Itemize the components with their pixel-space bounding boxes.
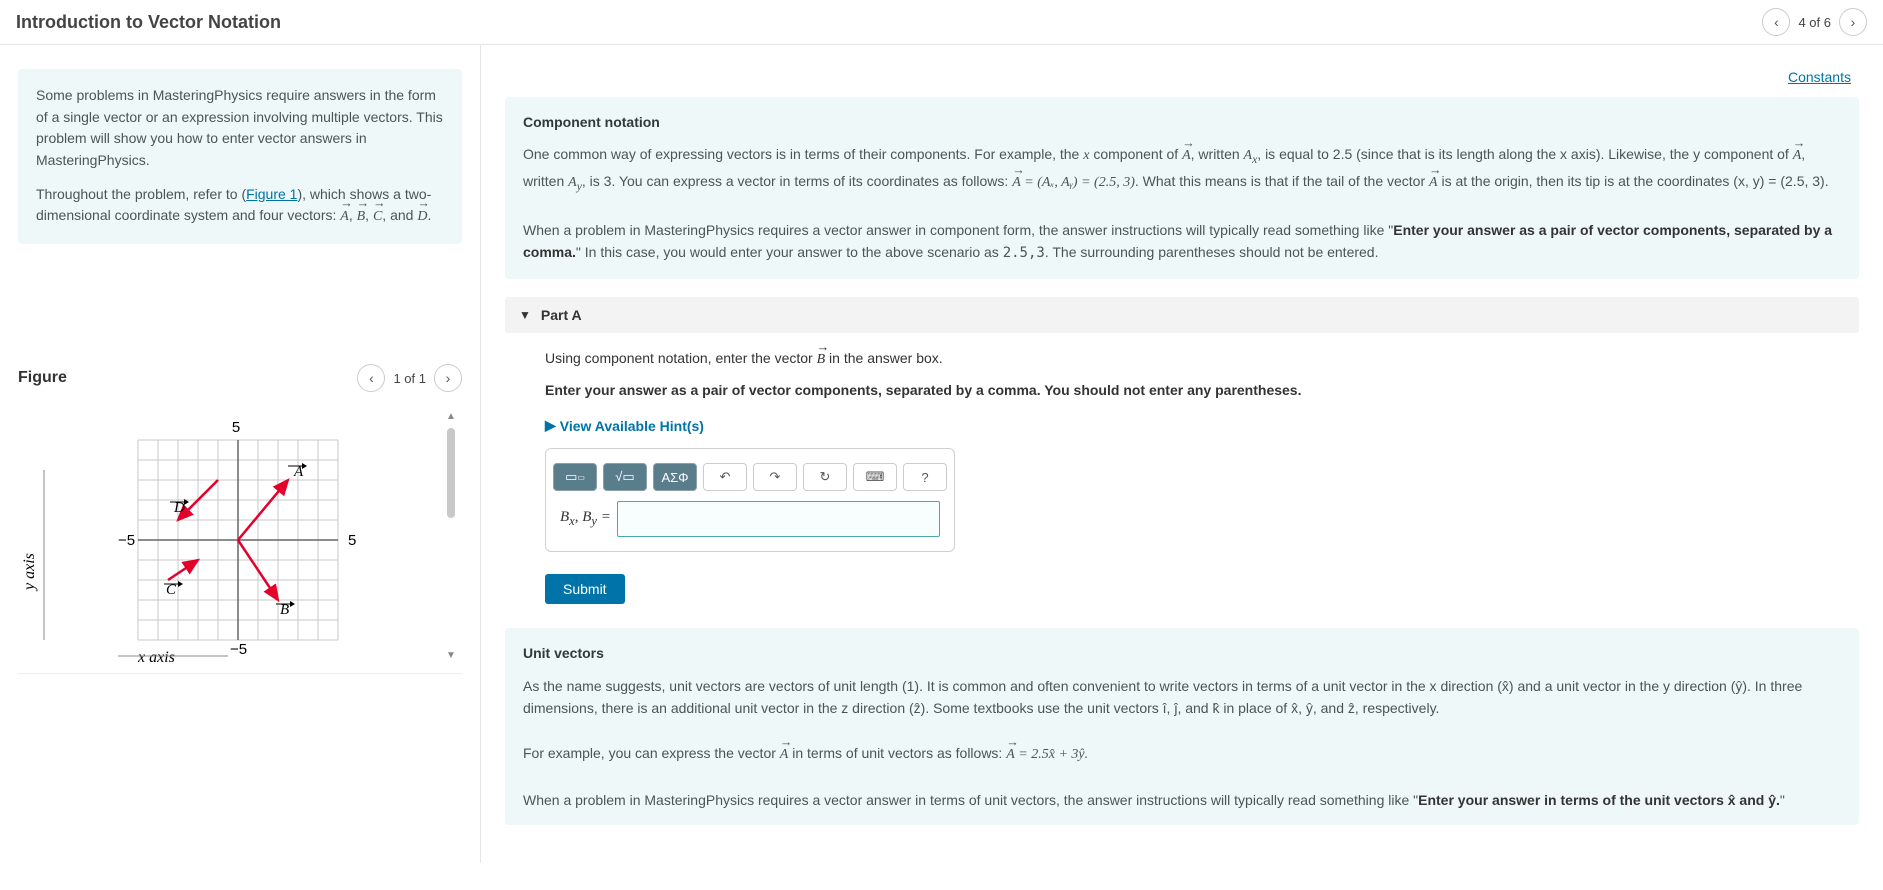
svg-text:y axis: y axis	[21, 553, 38, 592]
unit-paragraph-1: As the name suggests, unit vectors are v…	[523, 675, 1841, 720]
header-bar: Introduction to Vector Notation ‹ 4 of 6…	[0, 0, 1883, 45]
unit-vectors-block: Unit vectors As the name suggests, unit …	[505, 628, 1859, 825]
part-a-body: Using component notation, enter the vect…	[505, 347, 1859, 561]
part-a-instruction: Enter your answer as a pair of vector co…	[545, 379, 1819, 401]
reset-button[interactable]: ↻	[803, 463, 847, 491]
scroll-down-icon[interactable]: ▼	[446, 651, 456, 663]
help-button[interactable]: ?	[903, 463, 947, 491]
unit-paragraph-2: For example, you can express the vector …	[523, 742, 1841, 766]
constants-link[interactable]: Constants	[1788, 69, 1851, 85]
redo-button[interactable]: ↷	[753, 463, 797, 491]
coordinate-figure: y axis x axis	[18, 410, 378, 670]
figure-link[interactable]: Figure 1	[246, 186, 297, 202]
intro-box: Some problems in MasteringPhysics requir…	[18, 69, 462, 244]
intro-paragraph-2: Throughout the problem, refer to (Figure…	[36, 184, 444, 228]
svg-text:5: 5	[232, 419, 240, 436]
progress-label: 4 of 6	[1798, 15, 1831, 30]
scroll-thumb[interactable]	[447, 428, 455, 518]
figure-scrollbar[interactable]: ▲ ▼	[446, 412, 456, 663]
view-hints-link[interactable]: ▶ View Available Hint(s)	[545, 417, 704, 434]
answer-box: ▭▭ √▭ ΑΣΦ ↶ ↷ ↻ ⌨ ? Bx, By =	[545, 448, 955, 552]
vector-b-label: B	[357, 206, 366, 228]
intro-paragraph-1: Some problems in MasteringPhysics requir…	[36, 85, 444, 172]
left-panel: Some problems in MasteringPhysics requir…	[0, 45, 481, 863]
component-heading: Component notation	[523, 111, 1841, 133]
greek-button[interactable]: ΑΣΦ	[653, 463, 697, 491]
answer-input[interactable]	[617, 501, 940, 537]
svg-text:x axis: x axis	[137, 649, 175, 666]
answer-toolbar: ▭▭ √▭ ΑΣΦ ↶ ↷ ↻ ⌨ ?	[560, 463, 940, 491]
figure-counter: 1 of 1	[393, 371, 426, 386]
vector-c-label: C	[373, 206, 382, 228]
template-button[interactable]: ▭▭	[553, 463, 597, 491]
svg-text:−5: −5	[118, 532, 135, 549]
part-a-title: Part A	[541, 307, 582, 323]
component-paragraph-2: When a problem in MasteringPhysics requi…	[523, 219, 1841, 265]
figure-container: y axis x axis	[18, 402, 462, 674]
figure-prev-button[interactable]: ‹	[357, 364, 385, 392]
caret-down-icon: ▼	[519, 308, 531, 322]
undo-button[interactable]: ↶	[703, 463, 747, 491]
prev-button[interactable]: ‹	[1762, 8, 1790, 36]
figure-heading: Figure	[18, 369, 357, 387]
vector-d-label: D	[417, 206, 427, 228]
unit-heading: Unit vectors	[523, 642, 1841, 664]
answer-input-label: Bx, By =	[560, 509, 611, 529]
keyboard-button[interactable]: ⌨	[853, 463, 897, 491]
page-title: Introduction to Vector Notation	[16, 12, 1762, 33]
scroll-up-icon[interactable]: ▲	[446, 412, 456, 424]
unit-paragraph-3: When a problem in MasteringPhysics requi…	[523, 789, 1841, 811]
svg-text:−5: −5	[230, 641, 247, 658]
right-panel: Constants Component notation One common …	[481, 45, 1883, 863]
svg-text:5: 5	[348, 532, 356, 549]
submit-button[interactable]: Submit	[545, 574, 625, 604]
component-paragraph-1: One common way of expressing vectors is …	[523, 143, 1841, 196]
part-a-header[interactable]: ▼ Part A	[505, 297, 1859, 333]
caret-right-icon: ▶	[545, 417, 556, 434]
component-notation-block: Component notation One common way of exp…	[505, 97, 1859, 279]
sqrt-button[interactable]: √▭	[603, 463, 647, 491]
part-a-prompt: Using component notation, enter the vect…	[545, 347, 1819, 371]
page-nav: ‹ 4 of 6 ›	[1762, 8, 1867, 36]
vector-a-label: A	[340, 206, 349, 228]
next-button[interactable]: ›	[1839, 8, 1867, 36]
figure-next-button[interactable]: ›	[434, 364, 462, 392]
